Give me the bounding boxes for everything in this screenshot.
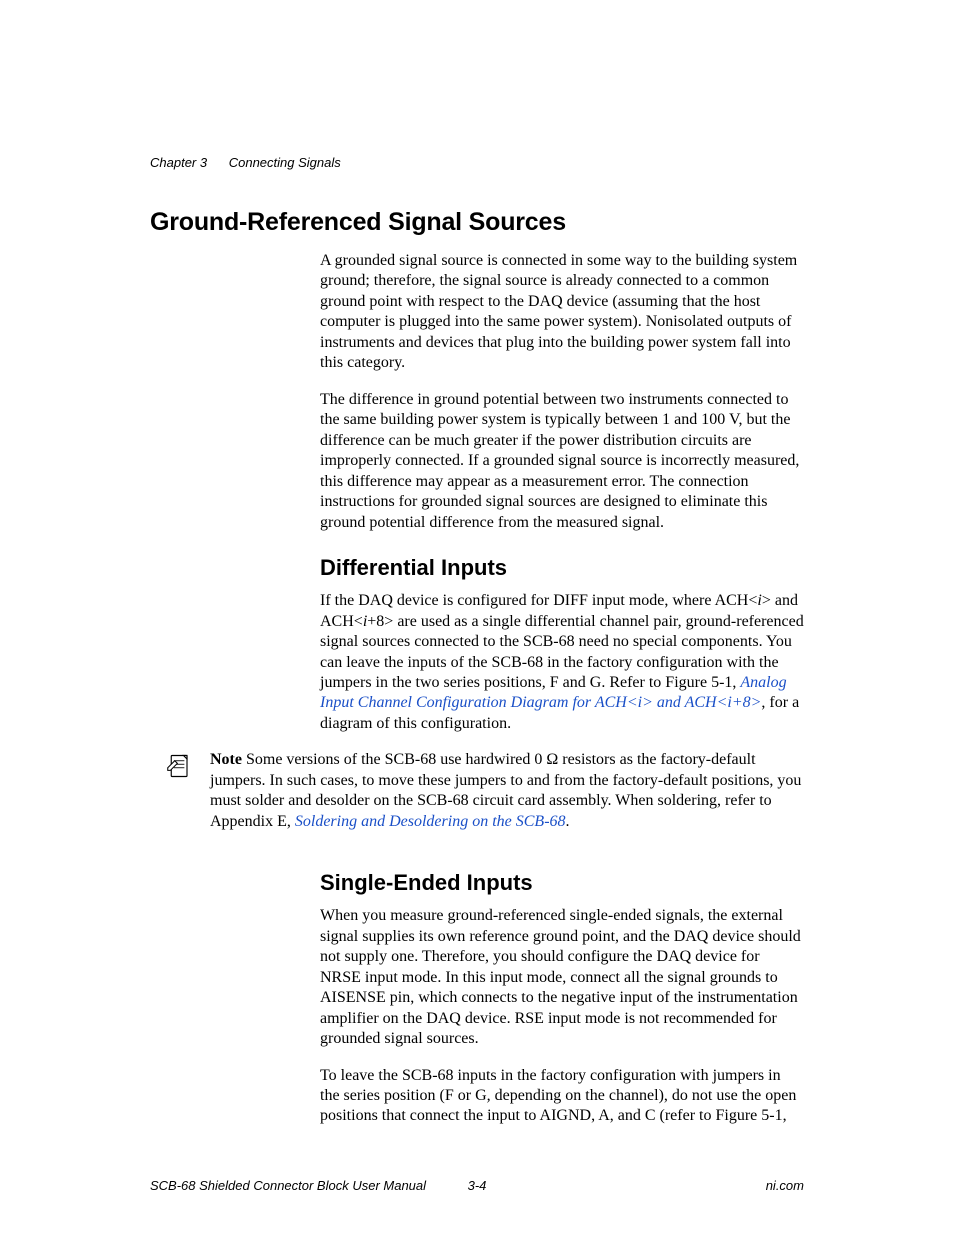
chapter-number: Chapter 3 — [150, 155, 207, 170]
note-icon — [150, 750, 210, 785]
page-footer: SCB-68 Shielded Connector Block User Man… — [150, 1178, 804, 1193]
subsection-heading-differential-inputs: Differential Inputs — [320, 555, 804, 581]
paragraph: When you measure ground-referenced singl… — [320, 906, 804, 1049]
footer-page-number: 3-4 — [150, 1178, 804, 1193]
subsection-heading-single-ended-inputs: Single-Ended Inputs — [320, 870, 804, 896]
running-header: Chapter 3 Connecting Signals — [150, 155, 804, 170]
note-paragraph: Note Some versions of the SCB-68 use har… — [210, 750, 804, 832]
link-soldering-desoldering[interactable]: Soldering and Desoldering on the SCB-68 — [295, 813, 566, 830]
text-run: If the DAQ device is configured for DIFF… — [320, 592, 757, 609]
section-heading-ground-referenced: Ground-Referenced Signal Sources — [150, 208, 804, 237]
page-content: Chapter 3 Connecting Signals Ground-Refe… — [0, 0, 954, 1127]
paragraph: To leave the SCB-68 inputs in the factor… — [320, 1066, 804, 1127]
paragraph: The difference in ground potential betwe… — [320, 390, 804, 533]
text-run: +8> are used as a single differential ch… — [320, 613, 804, 691]
paragraph: A grounded signal source is connected in… — [320, 251, 804, 374]
note-label: Note — [210, 751, 242, 768]
note-block: Note Some versions of the SCB-68 use har… — [150, 750, 804, 848]
chapter-title: Connecting Signals — [229, 155, 341, 170]
paragraph: If the DAQ device is configured for DIFF… — [320, 591, 804, 734]
text-run: . — [566, 813, 570, 830]
